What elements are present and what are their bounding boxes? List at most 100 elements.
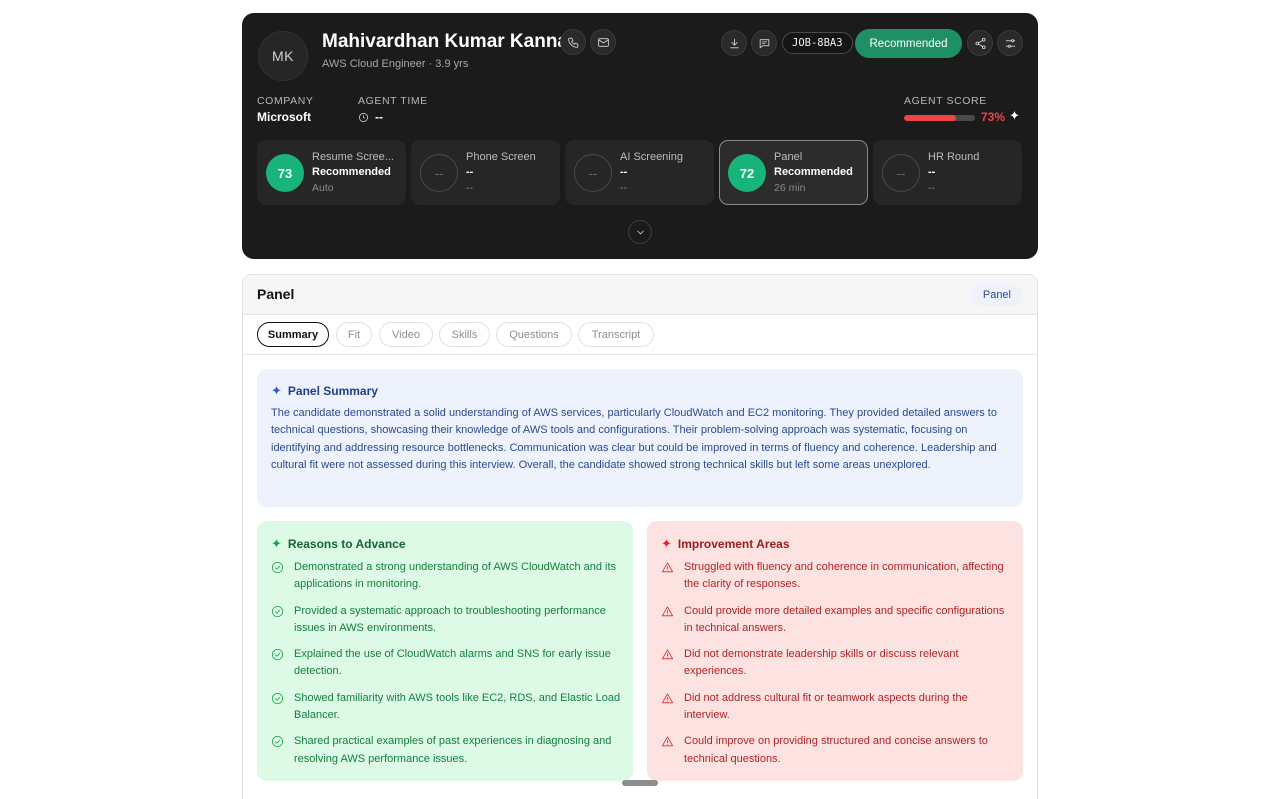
stage-resume-screen[interactable]: 73 Resume Scree... Recommended Auto xyxy=(257,140,406,205)
list-item: Provided a systematic approach to troubl… xyxy=(271,603,621,638)
agent-score-label: AGENT SCORE xyxy=(904,95,987,107)
agent-time-label: AGENT TIME xyxy=(358,95,428,107)
candidate-subtitle: AWS Cloud Engineer · 3.9 yrs xyxy=(322,58,469,70)
improvement-text: Could provide more detailed examples and… xyxy=(684,604,1005,634)
message-icon xyxy=(759,38,769,48)
agent-score-bar xyxy=(904,115,975,121)
candidate-name: Mahivardhan Kumar Kanna xyxy=(322,31,568,52)
improvement-text: Struggled with fluency and coherence in … xyxy=(684,561,1004,591)
stage-meta: -- xyxy=(928,182,935,194)
settings-button[interactable] xyxy=(997,30,1023,56)
stage-title: Panel xyxy=(774,151,803,163)
reason-text: Provided a systematic approach to troubl… xyxy=(294,604,606,634)
agent-score-fill xyxy=(904,115,956,121)
company-label: COMPANY xyxy=(257,95,314,107)
check-circle-icon xyxy=(271,605,284,618)
stage-title: HR Round xyxy=(928,151,980,163)
clock-icon xyxy=(359,112,368,122)
stage-score: -- xyxy=(420,154,458,192)
list-item: Showed familiarity with AWS tools like E… xyxy=(271,690,621,725)
download-icon xyxy=(729,38,739,48)
candidate-header-card: MK Mahivardhan Kumar Kanna AWS Cloud Eng… xyxy=(242,13,1038,259)
tab-transcript[interactable]: Transcript xyxy=(578,322,654,347)
stage-ai-screening[interactable]: -- AI Screening -- -- xyxy=(565,140,714,205)
comments-button[interactable] xyxy=(751,30,777,56)
sparkle-icon: ✦ xyxy=(271,536,282,551)
warning-icon xyxy=(661,605,674,618)
email-button[interactable] xyxy=(590,29,616,55)
reasons-list: Demonstrated a strong understanding of A… xyxy=(271,559,621,777)
summary-text: The candidate demonstrated a solid under… xyxy=(271,407,997,471)
company-name: Microsoft xyxy=(257,110,311,124)
tab-questions[interactable]: Questions xyxy=(496,322,572,347)
agent-time-text: -- xyxy=(375,110,383,124)
stage-score: 73 xyxy=(266,154,304,192)
stage-status: -- xyxy=(466,166,474,178)
reasons-to-advance-box: ✦ Reasons to Advance Demonstrated a stro… xyxy=(257,521,633,781)
list-item: Shared practical examples of past experi… xyxy=(271,733,621,768)
sparkle-icon: ✦ xyxy=(1009,108,1020,123)
stage-score: 72 xyxy=(728,154,766,192)
stage-panel[interactable]: 72 Panel Recommended 26 min xyxy=(719,140,868,205)
stage-status: Recommended xyxy=(774,166,853,178)
stage-status: -- xyxy=(620,166,628,178)
phone-button[interactable] xyxy=(560,29,586,55)
stage-score: -- xyxy=(882,154,920,192)
stage-hr-round[interactable]: -- HR Round -- -- xyxy=(873,140,1022,205)
panel-badge: Panel xyxy=(970,284,1023,306)
reasons-heading: ✦ Reasons to Advance xyxy=(271,536,406,552)
stage-meta: -- xyxy=(466,182,473,194)
improvements-heading: ✦ Improvement Areas xyxy=(661,536,790,552)
stage-title: AI Screening xyxy=(620,151,683,163)
reason-text: Explained the use of CloudWatch alarms a… xyxy=(294,648,611,678)
reasons-title: Reasons to Advance xyxy=(287,537,406,551)
phone-icon xyxy=(567,37,578,48)
agent-score-value: 73% xyxy=(981,110,1006,124)
download-button[interactable] xyxy=(721,30,747,56)
improvement-text: Did not demonstrate leadership skills or… xyxy=(684,648,959,678)
list-item: Did not demonstrate leadership skills or… xyxy=(661,646,1011,681)
panel-header: Panel Panel xyxy=(243,275,1037,315)
recommended-status-button[interactable]: Recommended xyxy=(855,29,962,58)
job-id-badge: JOB-8BA3 xyxy=(782,32,853,54)
share-icon xyxy=(974,37,986,49)
warning-icon xyxy=(661,735,674,748)
improvements-title: Improvement Areas xyxy=(677,537,790,551)
stage-phone-screen[interactable]: -- Phone Screen -- -- xyxy=(411,140,560,205)
tab-skills[interactable]: Skills xyxy=(439,322,490,347)
chevron-down-icon xyxy=(636,230,644,234)
check-circle-icon xyxy=(271,561,284,574)
company-value: Microsoft xyxy=(257,110,311,124)
share-button[interactable] xyxy=(967,30,993,56)
list-item: Demonstrated a strong understanding of A… xyxy=(271,559,621,594)
tab-summary[interactable]: Summary xyxy=(257,322,329,347)
reason-text: Demonstrated a strong understanding of A… xyxy=(294,561,617,591)
improvement-text: Could improve on providing structured an… xyxy=(684,735,988,765)
summary-title: Panel Summary xyxy=(287,384,378,398)
mail-icon xyxy=(597,37,609,47)
tab-fit[interactable]: Fit xyxy=(336,322,372,347)
stage-title: Resume Scree... xyxy=(312,151,394,163)
list-item: Could provide more detailed examples and… xyxy=(661,603,1011,638)
stage-status: Recommended xyxy=(312,166,391,178)
panel-card: Panel Panel Summary Fit Video Skills Que… xyxy=(242,274,1038,799)
warning-icon xyxy=(661,561,674,574)
summary-heading: ✦ Panel Summary xyxy=(271,383,378,399)
tab-video[interactable]: Video xyxy=(379,322,433,347)
panel-title: Panel xyxy=(257,286,295,302)
tab-bar: Summary Fit Video Skills Questions Trans… xyxy=(243,315,1037,355)
warning-icon xyxy=(661,692,674,705)
stage-title: Phone Screen xyxy=(466,151,536,163)
scroll-handle[interactable] xyxy=(622,780,658,786)
reason-text: Showed familiarity with AWS tools like E… xyxy=(294,691,621,722)
improvement-areas-box: ✦ Improvement Areas Struggled with fluen… xyxy=(647,521,1023,781)
stage-score: -- xyxy=(574,154,612,192)
list-item: Struggled with fluency and coherence in … xyxy=(661,559,1011,594)
sparkle-icon: ✦ xyxy=(271,383,282,398)
improvements-list: Struggled with fluency and coherence in … xyxy=(661,559,1011,777)
sparkle-icon: ✦ xyxy=(661,536,672,551)
sliders-icon xyxy=(1005,38,1015,48)
list-item: Explained the use of CloudWatch alarms a… xyxy=(271,646,621,681)
avatar: MK xyxy=(258,31,308,81)
expand-button[interactable] xyxy=(628,220,652,244)
